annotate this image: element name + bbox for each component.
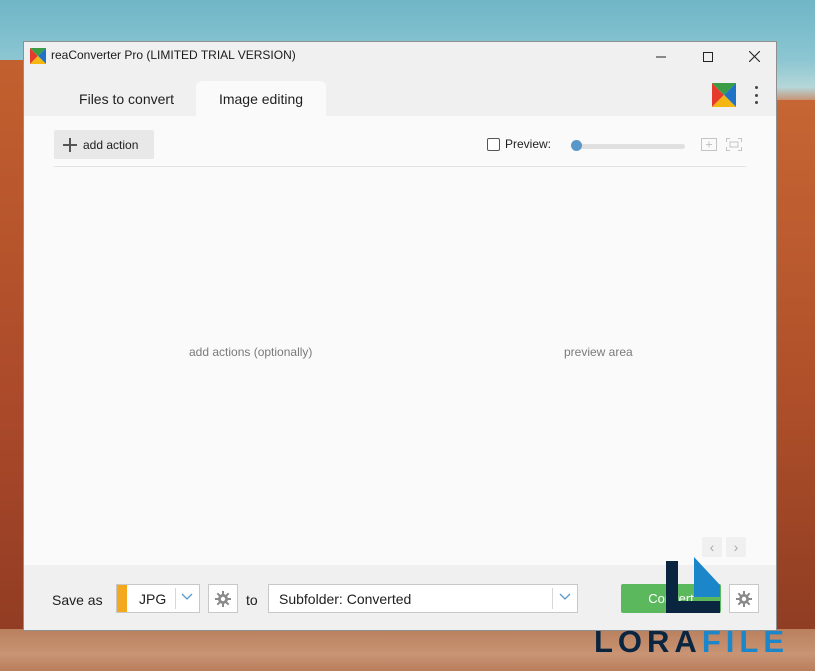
maximize-icon bbox=[703, 51, 713, 62]
zoom-in-icon[interactable] bbox=[701, 138, 717, 151]
zoom-slider-track[interactable] bbox=[575, 144, 685, 149]
close-button[interactable] bbox=[731, 42, 777, 71]
title-bar[interactable]: reaConverter Pro (LIMITED TRIAL VERSION) bbox=[24, 42, 776, 71]
watermark-logo-icon bbox=[666, 557, 720, 613]
watermark-text: LORAFILE bbox=[594, 624, 789, 660]
tab-bar: Files to convert Image editing bbox=[24, 71, 776, 116]
actions-placeholder: add actions (optionally) bbox=[189, 345, 313, 359]
watermark-text-part1: LORA bbox=[594, 624, 702, 659]
format-select[interactable]: JPG bbox=[116, 584, 200, 613]
destination-value: Subfolder: Converted bbox=[279, 591, 412, 607]
next-image-button[interactable]: › bbox=[726, 537, 746, 557]
preview-placeholder: preview area bbox=[564, 345, 633, 359]
image-editing-panel: add action Preview: add actions (optiona… bbox=[24, 116, 776, 565]
fit-to-screen-icon[interactable] bbox=[726, 138, 742, 151]
plus-icon bbox=[63, 137, 77, 152]
preview-label: Preview: bbox=[505, 137, 552, 151]
app-logo-icon bbox=[30, 48, 46, 64]
watermark-text-part2: FILE bbox=[701, 624, 789, 659]
chevron-right-icon: › bbox=[733, 539, 739, 555]
window-title: reaConverter Pro (LIMITED TRIAL VERSION) bbox=[51, 48, 296, 62]
more-options-icon[interactable] bbox=[750, 83, 762, 107]
preview-checkbox[interactable] bbox=[487, 138, 500, 151]
convert-settings-button[interactable] bbox=[729, 584, 759, 613]
close-icon bbox=[748, 51, 760, 62]
chevron-left-icon: ‹ bbox=[709, 539, 715, 555]
format-color-indicator bbox=[117, 585, 127, 612]
tab-label: Files to convert bbox=[79, 90, 174, 107]
toolbar-divider bbox=[54, 166, 746, 167]
chevron-down-icon bbox=[181, 593, 193, 600]
to-label: to bbox=[246, 592, 258, 608]
app-window: reaConverter Pro (LIMITED TRIAL VERSION)… bbox=[23, 41, 777, 631]
brand-logo-icon[interactable] bbox=[710, 81, 738, 109]
tab-label: Image editing bbox=[218, 90, 304, 107]
minimize-icon bbox=[656, 56, 666, 57]
maximize-button[interactable] bbox=[685, 42, 731, 71]
minimize-button[interactable] bbox=[638, 42, 684, 71]
select-separator bbox=[175, 588, 176, 609]
previous-image-button[interactable]: ‹ bbox=[702, 537, 722, 557]
format-settings-button[interactable] bbox=[208, 584, 238, 613]
select-separator bbox=[552, 588, 553, 609]
destination-select[interactable]: Subfolder: Converted bbox=[268, 584, 578, 613]
zoom-slider-thumb[interactable] bbox=[571, 140, 582, 151]
gear-icon bbox=[736, 590, 752, 607]
tab-files-to-convert[interactable]: Files to convert bbox=[54, 81, 199, 116]
background-rocks-right bbox=[775, 100, 815, 671]
add-action-button[interactable]: add action bbox=[54, 130, 154, 159]
add-action-label: add action bbox=[83, 137, 139, 152]
format-value: JPG bbox=[139, 591, 167, 607]
save-as-label: Save as bbox=[52, 592, 103, 608]
gear-icon bbox=[215, 590, 231, 607]
chevron-down-icon bbox=[559, 593, 571, 600]
tab-image-editing[interactable]: Image editing bbox=[196, 81, 326, 116]
